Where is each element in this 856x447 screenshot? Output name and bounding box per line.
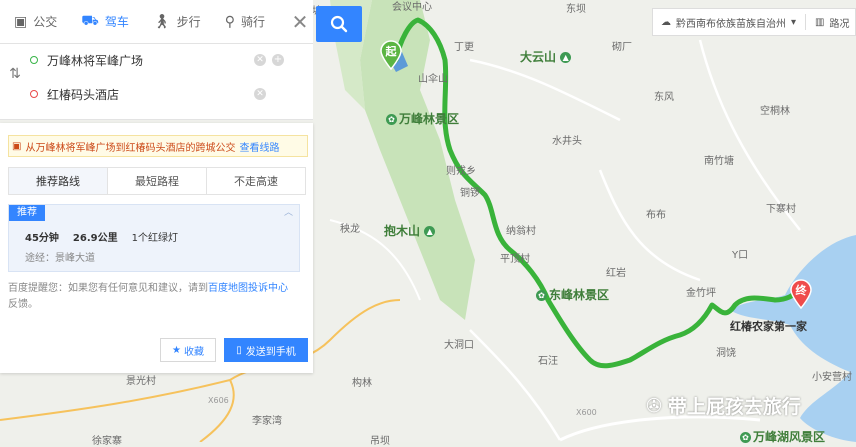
route-card[interactable]: 推荐 ︿ 45分钟 26.9公里 1个红绿灯 途经：景峰大道 — [8, 204, 300, 272]
phone-icon: ▯ — [236, 344, 242, 356]
cross-city-notice[interactable]: ▣ 从万峰林将军峰广场到红椿码头酒店的跨城公交 查看线路 — [8, 135, 308, 157]
chevron-up-icon[interactable]: ︿ — [284, 205, 293, 218]
recommended-badge: 推荐 — [9, 205, 45, 221]
tab-recommended[interactable]: 推荐路线 — [9, 168, 108, 194]
map-label: 大洞口 — [444, 340, 474, 351]
wechat-icon: ✇ — [646, 394, 662, 417]
map-label: 洞饶 — [716, 348, 736, 359]
map-label: 小安营村 — [812, 372, 852, 383]
map-label: 东坝 — [566, 4, 586, 15]
transport-mode-bar: ▣ 公交 ⛟ 驾车 🚶︎ 步行 ⚲ 骑行 ✕ — [0, 0, 313, 44]
clear-start-icon[interactable]: ✕ — [254, 54, 266, 66]
map-label: 景光村 — [126, 376, 156, 387]
map-label-poi: 抱木山 ▲ — [384, 222, 437, 239]
map-label: 水井头 — [552, 136, 582, 147]
route-result-panel: ▣ 从万峰林将军峰广场到红椿码头酒店的跨城公交 查看线路 推荐路线 最短路程 不… — [0, 123, 313, 373]
map-label: 石汪 — [538, 356, 558, 367]
route-distance: 26.9公里 — [72, 233, 118, 244]
map-label-poi: ✿ 万峰林景区 — [386, 110, 459, 127]
end-field[interactable]: 红椿码头酒店 ✕ — [30, 80, 300, 108]
map-label: 则戎乡 — [446, 166, 476, 177]
start-dot-icon — [30, 56, 38, 64]
map-label-dest: 红椿农家第一家 — [730, 320, 807, 333]
mode-walk[interactable]: 🚶︎ 步行 — [139, 0, 211, 43]
start-marker[interactable]: 起 — [380, 40, 402, 74]
map-label: 山伞山 — [418, 74, 448, 85]
mode-bike[interactable]: ⚲ 骑行 — [211, 0, 275, 43]
map-label: Y口 — [732, 250, 749, 261]
route-via: 途经：景峰大道 — [25, 253, 95, 264]
weather-icon: ☁ — [661, 16, 671, 28]
map-label: 下寨村 — [766, 204, 796, 215]
chevron-down-icon[interactable]: ▾ — [791, 17, 796, 28]
bus-icon: ▣ — [14, 13, 28, 30]
watermark: ✇ 带上屁孩去旅行 — [646, 394, 801, 419]
end-marker-label: 终 — [795, 284, 807, 297]
traffic-label[interactable]: 路况 — [829, 15, 849, 30]
map-label: 红岩 — [606, 268, 626, 279]
search-icon — [330, 15, 348, 33]
car-icon: ⛟ — [81, 12, 99, 29]
map-label-poi: ✿ 东峰林景区 — [536, 286, 609, 303]
add-waypoint-icon[interactable]: + — [272, 54, 284, 66]
map-label: 会议中心 — [392, 2, 432, 13]
map-label: 秧龙 — [340, 224, 360, 235]
end-marker[interactable]: 终 — [790, 279, 812, 313]
start-marker-label: 起 — [385, 45, 397, 58]
map-label: 金竹坪 — [686, 288, 716, 299]
map-label: 吊坝 — [370, 436, 390, 447]
map-label: 李家湾 — [252, 416, 282, 427]
end-dot-icon — [30, 90, 38, 98]
star-icon: ★ — [172, 344, 181, 356]
bus-icon: ▣ — [12, 140, 22, 152]
city-name[interactable]: 黔西南布依族苗族自治州 — [676, 15, 786, 30]
tab-shortest[interactable]: 最短路程 — [108, 168, 207, 194]
search-button[interactable] — [316, 6, 362, 42]
view-route-link[interactable]: 查看线路 — [239, 139, 279, 154]
map-label: 空桐林 — [760, 106, 790, 117]
map-label: 东风 — [654, 92, 674, 103]
feedback-tip: 百度提醒您：如果您有任何意见和建议，请到百度地图投诉中心 反馈。 — [8, 283, 288, 310]
route-time: 45分钟 — [25, 233, 59, 244]
swap-icon[interactable]: ⇅ — [6, 66, 24, 82]
start-field[interactable]: 万峰林将军峰广场 ✕ + — [30, 46, 300, 74]
map-label-road: X606 — [208, 396, 229, 405]
map-label: 徐家寨 — [92, 436, 122, 447]
bike-icon: ⚲ — [224, 13, 235, 30]
city-bar: ☁ 黔西南布依族苗族自治州 ▾ ▥ 路况 — [652, 8, 856, 36]
clear-end-icon[interactable]: ✕ — [254, 88, 266, 100]
end-value: 红椿码头酒店 — [47, 87, 120, 102]
walk-icon: 🚶︎ — [152, 13, 171, 30]
route-tabs: 推荐路线 最短路程 不走高速 — [8, 167, 306, 195]
map-label: 丁更 — [454, 42, 474, 53]
map-label: 构林 — [352, 378, 372, 389]
map-label-poi: ✿ 万峰湖风景区 — [740, 428, 825, 445]
map-label: 南竹塘 — [704, 156, 734, 167]
route-lights: 1个红绿灯 — [131, 233, 178, 244]
send-to-phone-button[interactable]: ▯ 发送到手机 — [224, 338, 308, 362]
map-label: 平顶村 — [500, 254, 530, 265]
mode-bus[interactable]: ▣ 公交 — [0, 0, 67, 43]
map-label-road: X600 — [576, 408, 597, 417]
traffic-icon: ▥ — [815, 16, 825, 28]
map-label: 铜锣 — [460, 188, 480, 199]
route-stats: 45分钟 26.9公里 1个红绿灯 — [25, 229, 178, 244]
map-label: 纳翁村 — [506, 226, 536, 237]
tab-no-highway[interactable]: 不走高速 — [207, 168, 305, 194]
complaint-center-link[interactable]: 百度地图投诉中心 — [208, 283, 288, 294]
favorite-button[interactable]: ★ 收藏 — [160, 338, 216, 362]
start-value: 万峰林将军峰广场 — [47, 53, 144, 68]
map-label: 砌厂 — [612, 42, 632, 53]
map-label: 布布 — [646, 210, 666, 221]
mode-car[interactable]: ⛟ 驾车 — [67, 0, 139, 43]
route-inputs: ⇅ 万峰林将军峰广场 ✕ + 红椿码头酒店 ✕ — [0, 44, 313, 120]
close-icon: ✕ — [291, 9, 309, 34]
close-button[interactable]: ✕ — [287, 0, 313, 43]
map-label-poi: 大云山 ▲ — [520, 48, 573, 65]
